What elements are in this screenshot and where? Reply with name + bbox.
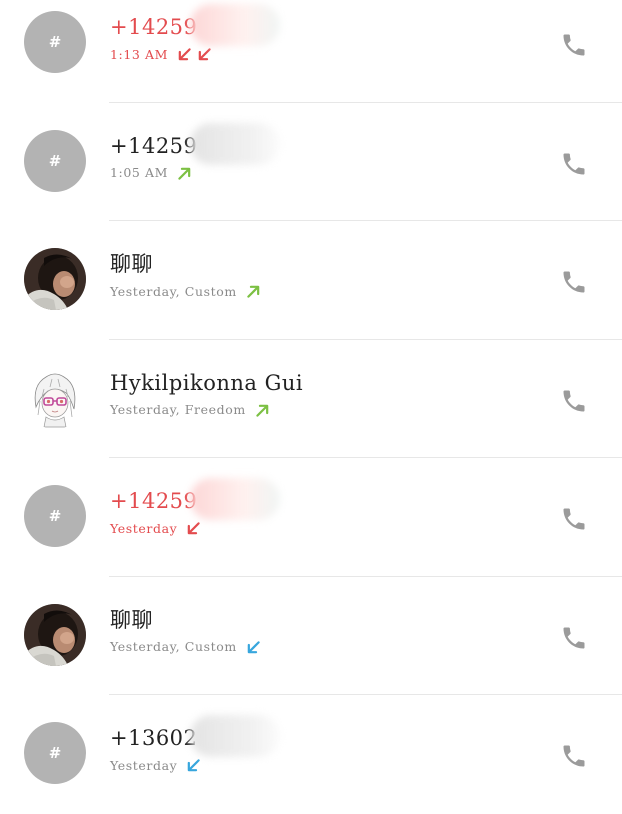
phone-icon: [560, 624, 588, 652]
call-direction: [254, 402, 271, 419]
call-back-button[interactable]: [560, 387, 588, 415]
redaction-blur: [190, 478, 280, 520]
call-detail: Yesterday, Custom: [110, 283, 470, 300]
redaction-blur: [190, 122, 280, 165]
call-direction: [176, 46, 213, 63]
caller-name: 聊聊: [110, 252, 153, 276]
call-info: +14259 1:13 AM: [110, 4, 470, 63]
call-back-button[interactable]: [560, 742, 588, 770]
contact-avatar: [24, 366, 86, 429]
call-log-row[interactable]: Hykilpikonna Gui Yesterday, Freedom: [0, 340, 622, 459]
call-direction: [185, 757, 202, 774]
call-detail: Yesterday, Freedom: [110, 402, 470, 419]
call-info: 聊聊 Yesterday, Custom: [110, 607, 470, 656]
hash-icon: #: [48, 151, 62, 170]
call-info: +13602 Yesterday: [110, 715, 470, 774]
call-info: +14259 1:05 AM: [110, 122, 470, 182]
caller-name: +14259: [110, 15, 198, 39]
hash-icon: #: [48, 744, 62, 762]
call-info: +14259 Yesterday: [110, 478, 470, 537]
incoming-call-arrow-icon: [245, 639, 262, 656]
call-log-row[interactable]: 聊聊 Yesterday, Custom: [0, 221, 622, 340]
outgoing-call-arrow-icon: [176, 165, 193, 182]
contact-avatar: #: [24, 722, 86, 784]
call-info: Hykilpikonna Gui Yesterday, Freedom: [110, 370, 470, 419]
call-detail: Yesterday: [110, 757, 470, 774]
call-detail: 1:13 AM: [110, 46, 470, 63]
call-back-button[interactable]: [560, 150, 588, 178]
call-log-list: # +14259 1:13 AM # +14259 1:05 AM 聊聊 Yes…: [0, 0, 622, 814]
call-log-row[interactable]: 聊聊 Yesterday, Custom: [0, 577, 622, 696]
caller-name: +13602: [110, 726, 198, 750]
phone-icon: [560, 150, 588, 178]
call-log-row[interactable]: # +14259 1:05 AM: [0, 103, 622, 222]
call-time-text: 1:13 AM: [110, 46, 169, 62]
call-direction: [185, 520, 202, 537]
contact-avatar: [24, 248, 86, 310]
call-back-button[interactable]: [560, 31, 588, 59]
call-detail: Yesterday, Custom: [110, 639, 470, 656]
call-back-button[interactable]: [560, 268, 588, 296]
redaction-blur: [190, 715, 280, 757]
call-direction: [176, 165, 193, 182]
redaction-blur: [190, 4, 280, 46]
caller-name: +14259: [110, 489, 198, 513]
contact-avatar: #: [24, 11, 86, 73]
call-time-text: Yesterday, Freedom: [110, 402, 246, 417]
call-info: 聊聊 Yesterday, Custom: [110, 251, 470, 300]
hash-icon: #: [48, 33, 62, 51]
caller-name: +14259: [110, 133, 198, 158]
call-time-text: Yesterday, Custom: [110, 639, 237, 654]
phone-icon: [560, 268, 588, 296]
call-direction: [245, 639, 262, 656]
call-detail: 1:05 AM: [110, 165, 470, 182]
missed-call-arrow-icon: [185, 520, 202, 537]
missed-call-arrow-icon: [196, 46, 213, 63]
call-log-row[interactable]: # +13602 Yesterday: [0, 695, 622, 814]
call-back-button[interactable]: [560, 505, 588, 533]
contact-avatar: #: [24, 485, 86, 547]
call-time-text: Yesterday: [110, 520, 178, 536]
outgoing-call-arrow-icon: [245, 283, 262, 300]
contact-avatar: [24, 603, 86, 666]
contact-avatar: #: [24, 129, 86, 192]
call-log-row[interactable]: # +14259 1:13 AM: [0, 0, 622, 103]
phone-icon: [560, 31, 588, 59]
call-log-row[interactable]: # +14259 Yesterday: [0, 458, 622, 577]
outgoing-call-arrow-icon: [254, 402, 271, 419]
incoming-call-arrow-icon: [185, 757, 202, 774]
call-time-text: Yesterday: [110, 757, 178, 773]
phone-icon: [560, 505, 588, 533]
caller-name: Hykilpikonna Gui: [110, 370, 304, 395]
call-detail: Yesterday: [110, 520, 470, 537]
call-back-button[interactable]: [560, 624, 588, 652]
missed-call-arrow-icon: [176, 46, 193, 63]
phone-icon: [560, 742, 588, 770]
hash-icon: #: [48, 507, 62, 525]
phone-icon: [560, 387, 588, 415]
caller-name: 聊聊: [110, 607, 153, 632]
call-time-text: 1:05 AM: [110, 165, 169, 180]
call-time-text: Yesterday, Custom: [110, 283, 237, 299]
call-direction: [245, 283, 262, 300]
